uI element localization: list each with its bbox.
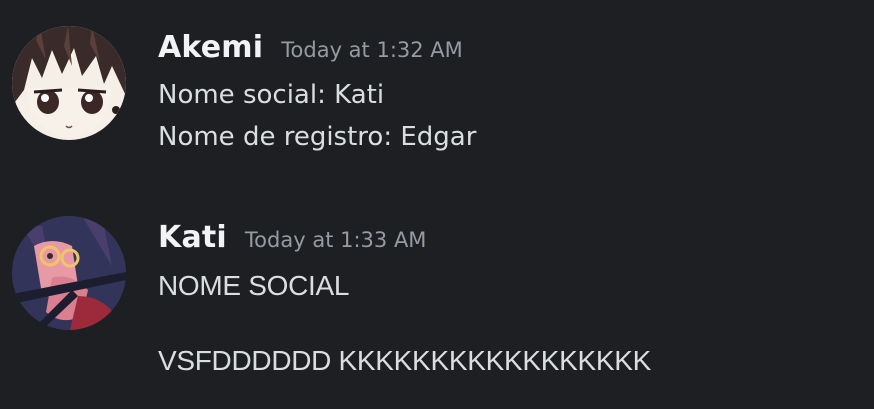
username[interactable]: Kati [158, 220, 227, 255]
message-header: Akemi Today at 1:32 AM [158, 30, 463, 65]
anime-character-pink-avatar-icon [12, 216, 126, 330]
message-timestamp[interactable]: Today at 1:33 AM [245, 228, 427, 252]
avatar[interactable] [12, 26, 126, 140]
avatar[interactable] [12, 216, 126, 330]
username[interactable]: Akemi [158, 30, 263, 65]
message-line: VSFDDDDDD KKKKKKKKKKKKKKKKK [158, 345, 651, 376]
message-line: Nome de registro: Edgar [158, 122, 477, 152]
message-line: Nome social: Kati [158, 80, 385, 110]
message-group: Akemi Today at 1:32 AM Nome social: Kati … [0, 0, 874, 180]
message-line: NOME SOCIAL [158, 270, 350, 301]
anime-girl-dark-hair-avatar-icon [12, 26, 126, 140]
message-group: Kati Today at 1:33 AM NOME SOCIAL VSFDDDD… [0, 190, 874, 400]
message-timestamp[interactable]: Today at 1:32 AM [281, 38, 463, 62]
message-header: Kati Today at 1:33 AM [158, 220, 426, 255]
